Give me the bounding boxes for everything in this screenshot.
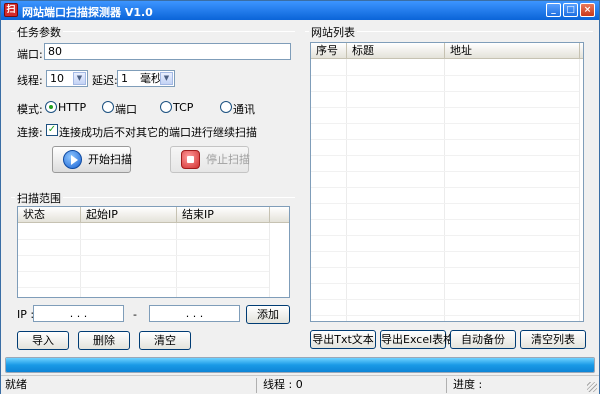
- connect-option-text[interactable]: 连接成功后不对其它的端口进行继续扫描: [59, 124, 257, 140]
- threads-select[interactable]: 10 ▼: [46, 70, 88, 87]
- resize-grip[interactable]: [587, 382, 597, 392]
- title-bar[interactable]: 扫 网站端口扫描探测器 V1.0 _ □ ×: [1, 1, 599, 20]
- mode-label: 模式:: [17, 103, 43, 116]
- mode-option-comm[interactable]: 通讯: [233, 101, 255, 117]
- delay-value: 1: [121, 72, 128, 85]
- row-gridline: [311, 107, 579, 108]
- chevron-down-icon[interactable]: ▼: [73, 72, 86, 85]
- site-col-divider: [579, 59, 580, 321]
- mode-option-port[interactable]: 端口: [115, 101, 137, 117]
- row-gridline: [311, 123, 579, 124]
- clear-list-button[interactable]: 清空列表: [520, 330, 586, 349]
- delete-button[interactable]: 删除: [78, 331, 130, 350]
- row-gridline: [311, 219, 579, 220]
- range-group-title: 扫描范围: [15, 190, 63, 206]
- auto-backup-button[interactable]: 自动备份: [450, 330, 516, 349]
- ip-from-input[interactable]: . . .: [33, 305, 124, 322]
- mode-radio-port[interactable]: [102, 101, 114, 113]
- range-col-end-ip[interactable]: 结束IP: [177, 207, 270, 223]
- clear-button[interactable]: 清空: [139, 331, 191, 350]
- mode-radio-http[interactable]: [45, 101, 57, 113]
- export-txt-button[interactable]: 导出Txt文本: [310, 330, 376, 349]
- ip-range-dash: -: [133, 308, 137, 321]
- delay-select[interactable]: 1 毫秒 ▼: [117, 70, 175, 87]
- progress-fill: [6, 358, 594, 372]
- site-col-index[interactable]: 序号: [311, 43, 347, 59]
- minimize-button[interactable]: _: [546, 3, 561, 17]
- site-list[interactable]: 序号 标题 地址: [310, 42, 584, 322]
- start-scan-label: 开始扫描: [88, 153, 132, 166]
- connect-label: 连接:: [17, 126, 43, 139]
- port-input[interactable]: 80: [44, 43, 291, 60]
- add-button[interactable]: 添加: [246, 305, 290, 324]
- mode-radio-tcp[interactable]: [160, 101, 172, 113]
- delay-label: 延迟:: [92, 74, 118, 87]
- stop-scan-button[interactable]: 停止扫描: [170, 146, 250, 173]
- range-list-header: 状态 起始IP 结束IP: [18, 207, 289, 223]
- connect-checkbox[interactable]: ✓: [46, 124, 58, 136]
- threads-label: 线程:: [17, 74, 43, 87]
- stop-scan-label: 停止扫描: [206, 153, 250, 166]
- status-progress: 进度 :: [453, 378, 483, 391]
- row-gridline: [18, 287, 269, 288]
- row-gridline: [311, 91, 579, 92]
- export-excel-button[interactable]: 导出Excel表格: [380, 330, 454, 349]
- row-gridline: [311, 203, 579, 204]
- row-gridline: [311, 75, 579, 76]
- site-list-header: 序号 标题 地址: [311, 43, 583, 59]
- row-gridline: [311, 283, 579, 284]
- play-icon: [63, 150, 82, 169]
- row-gridline: [18, 239, 269, 240]
- row-gridline: [311, 267, 579, 268]
- import-button[interactable]: 导入: [17, 331, 69, 350]
- delay-unit: 毫秒: [140, 72, 162, 85]
- ip-to-input[interactable]: . . .: [149, 305, 240, 322]
- status-bar: 就绪 线程 : 0 进度 :: [1, 375, 599, 394]
- start-scan-button[interactable]: 开始扫描: [52, 146, 132, 173]
- status-threads: 线程 : 0: [259, 378, 447, 393]
- port-label: 端口:: [17, 48, 43, 61]
- stop-icon: [181, 150, 200, 169]
- row-gridline: [18, 255, 269, 256]
- row-gridline: [311, 315, 579, 316]
- row-gridline: [311, 187, 579, 188]
- app-icon: 扫: [4, 3, 18, 17]
- window-title: 网站端口扫描探测器 V1.0: [22, 6, 153, 19]
- row-gridline: [311, 139, 579, 140]
- chevron-down-icon[interactable]: ▼: [160, 72, 173, 85]
- row-gridline: [311, 299, 579, 300]
- row-gridline: [311, 171, 579, 172]
- site-col-title[interactable]: 标题: [347, 43, 445, 59]
- row-gridline: [311, 155, 579, 156]
- maximize-button[interactable]: □: [563, 3, 578, 17]
- threads-value: 10: [50, 72, 64, 85]
- sites-group-title: 网站列表: [309, 24, 357, 40]
- row-gridline: [311, 251, 579, 252]
- task-group-title: 任务参数: [15, 24, 63, 40]
- progress-bar: [5, 357, 595, 373]
- status-ready: 就绪: [1, 378, 257, 393]
- site-col-divider: [346, 59, 347, 321]
- ip-label: IP :: [17, 308, 35, 321]
- site-col-divider: [444, 59, 445, 321]
- range-col-status[interactable]: 状态: [18, 207, 81, 223]
- range-col-divider: [269, 223, 270, 297]
- site-col-address[interactable]: 地址: [445, 43, 580, 59]
- mode-option-http[interactable]: HTTP: [58, 101, 86, 114]
- row-gridline: [311, 235, 579, 236]
- range-list[interactable]: 状态 起始IP 结束IP: [17, 206, 290, 298]
- mode-radio-comm[interactable]: [220, 101, 232, 113]
- main-window: 扫 网站端口扫描探测器 V1.0 _ □ × 任务参数 端口: 80 线程: 1…: [0, 0, 600, 394]
- row-gridline: [18, 271, 269, 272]
- mode-option-tcp[interactable]: TCP: [173, 101, 193, 114]
- close-button[interactable]: ×: [580, 3, 595, 17]
- range-col-start-ip[interactable]: 起始IP: [81, 207, 177, 223]
